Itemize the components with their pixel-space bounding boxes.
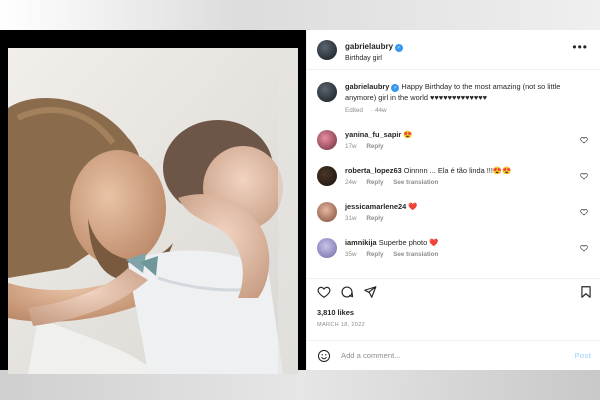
header-text: gabrielaubry ✓ Birthday girl: [345, 36, 404, 63]
heart-icon[interactable]: [317, 285, 331, 299]
comment-avatar[interactable]: [317, 129, 337, 150]
comment-input[interactable]: [341, 351, 541, 360]
post-header: gabrielaubry ✓ Birthday girl •••: [307, 30, 600, 70]
comment-username[interactable]: yanina_fu_sapir: [345, 130, 401, 139]
comment-meta: 35w Reply See translation: [345, 251, 446, 260]
post-location[interactable]: Birthday girl: [345, 55, 403, 63]
comment-meta: 24w Reply See translation: [345, 179, 511, 188]
comment-item: iamnikija Superbe photo ❤️ 35w Reply See…: [317, 238, 590, 260]
reply-button[interactable]: Reply: [366, 179, 383, 186]
comment-item: yanina_fu_sapir 😍 17w Reply: [317, 129, 590, 152]
comment-meta: 17w Reply: [345, 143, 413, 152]
comment-like-heart-icon[interactable]: [580, 172, 588, 180]
smiley-icon[interactable]: [317, 349, 331, 363]
background-bottom: [0, 370, 600, 400]
comment-meta: 31w Reply: [345, 215, 418, 224]
see-translation-button[interactable]: See translation: [393, 251, 438, 258]
comment-time[interactable]: 31w: [345, 215, 357, 222]
comment-username[interactable]: iamnikija: [345, 238, 377, 247]
post-caption: gabrielaubry ✓ Happy Birthday to the most…: [317, 82, 590, 116]
comment-text: Superbe photo ❤️: [378, 238, 439, 248]
caption-username[interactable]: gabrielaubry: [345, 82, 389, 91]
comment-username[interactable]: jessicamarlene24: [345, 202, 406, 211]
comment-text: Oinnnn ... Ela é tão linda !!!😍😍: [403, 165, 512, 175]
action-bar: [307, 278, 600, 298]
comment-item: roberta_lopez63 Oinnnn ... Ela é tão lin…: [317, 165, 590, 188]
comment-username[interactable]: roberta_lopez63: [345, 166, 402, 175]
comment-body: roberta_lopez63 Oinnnn ... Ela é tão lin…: [345, 166, 511, 188]
caption-body: gabrielaubry ✓ Happy Birthday to the most…: [345, 82, 585, 116]
comment-like-heart-icon[interactable]: [580, 136, 588, 144]
author-avatar[interactable]: [317, 39, 337, 60]
comment-avatar[interactable]: [317, 201, 337, 222]
reply-button[interactable]: Reply: [366, 215, 383, 222]
bookmark-icon[interactable]: [579, 285, 593, 299]
reply-button[interactable]: Reply: [366, 251, 383, 258]
caption-time[interactable]: 44w: [375, 107, 387, 114]
add-comment-bar: Post: [307, 340, 600, 370]
background-top: [0, 0, 600, 30]
comment-time[interactable]: 24w: [345, 179, 357, 186]
post-date[interactable]: MARCH 18, 2022: [317, 322, 365, 328]
caption-avatar[interactable]: [317, 82, 337, 102]
author-username[interactable]: gabrielaubry: [345, 42, 393, 51]
comment-time[interactable]: 35w: [345, 251, 357, 258]
comment-like-heart-icon[interactable]: [580, 208, 588, 216]
comment-body: jessicamarlene24 ❤️ 31w Reply: [345, 202, 418, 224]
comment-body: iamnikija Superbe photo ❤️ 35w Reply See…: [345, 238, 446, 260]
comment-text: ❤️: [408, 201, 418, 211]
caption-meta: Edited · 44w: [345, 107, 387, 115]
more-options-icon[interactable]: •••: [572, 41, 588, 53]
post-media: [0, 30, 306, 374]
comment-like-heart-icon[interactable]: [580, 244, 588, 252]
likes-count[interactable]: 3,810 likes: [317, 308, 354, 317]
comments-list: gabrielaubry ✓ Happy Birthday to the most…: [307, 70, 600, 302]
caption-edited: Edited: [345, 107, 363, 115]
comment-icon[interactable]: [340, 285, 354, 299]
see-translation-button[interactable]: See translation: [393, 179, 438, 186]
comment-avatar[interactable]: [317, 238, 337, 259]
verified-badge-icon: ✓: [391, 84, 400, 92]
comment-text: 😍: [403, 129, 413, 139]
reply-button[interactable]: Reply: [366, 143, 383, 150]
share-icon[interactable]: [363, 285, 377, 299]
comment-time[interactable]: 17w: [345, 143, 357, 150]
verified-badge-icon: ✓: [395, 44, 404, 53]
post-comment-button[interactable]: Post: [575, 351, 591, 360]
photo-illustration: [8, 48, 298, 374]
comment-item: jessicamarlene24 ❤️ 31w Reply: [317, 201, 590, 224]
post-photo[interactable]: [8, 48, 298, 374]
comment-body: yanina_fu_sapir 😍 17w Reply: [345, 130, 413, 152]
post-panel: gabrielaubry ✓ Birthday girl ••• gabriela…: [306, 30, 600, 370]
comment-avatar[interactable]: [317, 165, 337, 186]
